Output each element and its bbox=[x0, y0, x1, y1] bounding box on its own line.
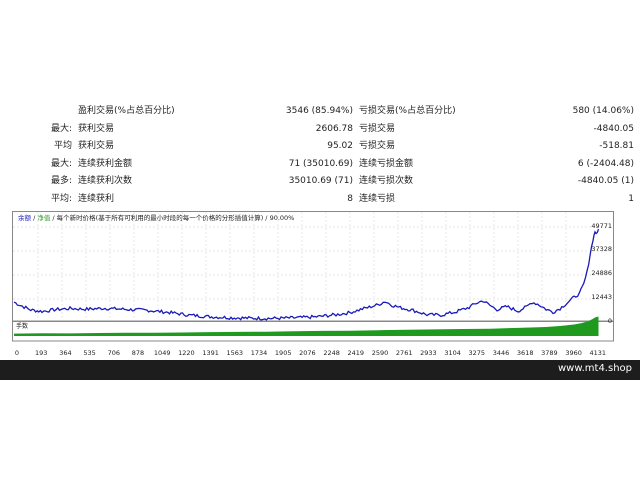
stat-left-value: 95.02 bbox=[327, 141, 353, 151]
stat-left-label: 连续获利次数 bbox=[78, 176, 133, 186]
stat-right-value: 580 (14.06%) bbox=[572, 106, 634, 116]
y-tick-label: 37328 bbox=[591, 245, 612, 253]
x-tick-label: 3104 bbox=[444, 349, 461, 357]
stat-prefix: 平均: bbox=[50, 193, 72, 204]
balance-chart: 余额 / 净值 / 每个新时价格(基于所有可利用的最小时段的每一个价格的分形插值… bbox=[12, 211, 614, 361]
stat-left-value: 71 (35010.69) bbox=[288, 158, 353, 169]
x-tick-label: 364 bbox=[59, 349, 71, 357]
stat-left-label: 连续获利 bbox=[78, 193, 115, 204]
x-tick-label: 0 bbox=[15, 349, 19, 357]
watermark-text: www.mt4.shop bbox=[557, 363, 632, 374]
x-tick-label: 1049 bbox=[154, 349, 171, 357]
x-tick-label: 2248 bbox=[323, 349, 340, 357]
x-tick-label: 3960 bbox=[565, 349, 582, 357]
chart-legend: 余额 / 净值 / 每个新时价格(基于所有可利用的最小时段的每一个价格的分形插值… bbox=[18, 213, 294, 222]
volume-label: 手数 bbox=[16, 322, 28, 330]
x-tick-label: 2590 bbox=[372, 349, 389, 357]
x-tick-label: 1220 bbox=[178, 349, 195, 357]
x-tick-label: 2419 bbox=[348, 349, 365, 357]
balance-line bbox=[13, 228, 600, 321]
stat-left-label: 连续获利金额 bbox=[78, 158, 133, 169]
x-tick-label: 706 bbox=[108, 349, 120, 357]
y-tick-label: 0 bbox=[608, 317, 612, 325]
x-tick-label: 2761 bbox=[396, 349, 413, 357]
chart-svg: 余额 / 净值 / 每个新时价格(基于所有可利用的最小时段的每一个价格的分形插值… bbox=[12, 211, 614, 357]
stat-right-value: -4840.05 (1) bbox=[577, 176, 634, 186]
x-tick-label: 4131 bbox=[590, 349, 607, 357]
main-panel-frame bbox=[12, 211, 614, 322]
y-tick-label: 24886 bbox=[591, 269, 612, 277]
x-tick-label: 1905 bbox=[275, 349, 292, 357]
legend-quality: 90.00% bbox=[270, 214, 295, 222]
legend-note: 每个新时价格(基于所有可利用的最小时段的每一个价格的分形插值计算) bbox=[57, 213, 264, 222]
stat-left-label: 获利交易 bbox=[78, 141, 115, 151]
stat-prefix: 最大: bbox=[50, 123, 72, 134]
stat-left-value: 2606.78 bbox=[315, 123, 353, 134]
stat-right-value: -4840.05 bbox=[593, 123, 634, 134]
legend-equity: 净值 bbox=[37, 213, 51, 222]
x-tick-label: 3275 bbox=[469, 349, 486, 357]
stat-prefix: 最多: bbox=[50, 176, 72, 186]
y-tick-label: 12443 bbox=[591, 293, 612, 301]
stat-right-label: 亏损交易 bbox=[359, 123, 396, 134]
volume-area bbox=[14, 316, 599, 336]
stat-right-value: 1 bbox=[628, 193, 634, 204]
stat-right-value: -518.81 bbox=[599, 141, 634, 151]
stat-left-value: 8 bbox=[347, 193, 353, 204]
stat-prefix: 平均 bbox=[53, 141, 72, 151]
stat-left-label: 获利交易 bbox=[78, 123, 115, 134]
x-tick-label: 2933 bbox=[420, 349, 437, 357]
y-tick-label: 49771 bbox=[591, 222, 612, 230]
x-tick-label: 3618 bbox=[517, 349, 534, 357]
stat-right-label: 连续亏损金额 bbox=[359, 158, 414, 169]
x-tick-label: 1734 bbox=[251, 349, 268, 357]
stat-right-label: 连续亏损 bbox=[359, 193, 396, 204]
stat-left-label: 盈利交易(%占总百分比) bbox=[78, 106, 175, 116]
stat-left-value: 35010.69 (71) bbox=[288, 176, 353, 186]
x-tick-label: 535 bbox=[83, 349, 95, 357]
footer-bar: www.mt4.shop bbox=[0, 360, 640, 380]
x-tick-label: 1563 bbox=[227, 349, 244, 357]
stat-right-label: 连续亏损次数 bbox=[359, 176, 414, 186]
x-tick-label: 3789 bbox=[541, 349, 558, 357]
legend-balance: 余额 bbox=[18, 213, 32, 222]
x-tick-label: 1391 bbox=[202, 349, 219, 357]
stat-right-label: 亏损交易(%占总百分比) bbox=[359, 106, 456, 116]
stat-right-value: 6 (-2404.48) bbox=[577, 158, 634, 169]
stat-right-label: 亏损交易 bbox=[359, 141, 396, 151]
x-tick-label: 2076 bbox=[299, 349, 316, 357]
stat-left-value: 3546 (85.94%) bbox=[285, 106, 353, 116]
x-tick-label: 3446 bbox=[493, 349, 510, 357]
x-tick-label: 878 bbox=[132, 349, 144, 357]
stat-prefix: 最大: bbox=[50, 158, 72, 169]
x-tick-label: 193 bbox=[35, 349, 47, 357]
stats-table: 盈利交易(%占总百分比) 3546 (85.94%) 亏损交易(%占总百分比) 580… bbox=[0, 100, 640, 210]
